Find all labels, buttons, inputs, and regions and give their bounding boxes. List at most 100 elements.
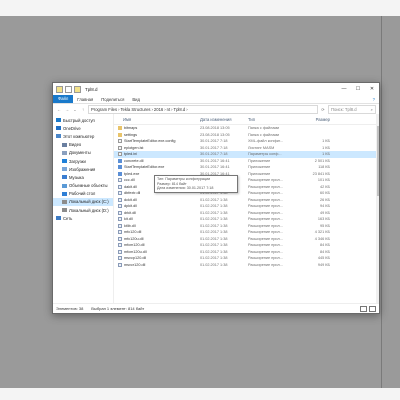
refresh-button[interactable]: ⟳ <box>320 107 326 112</box>
breadcrumb-tekla-structures[interactable]: Tekla Structures <box>120 107 150 112</box>
file-name-cell: bitmaps <box>114 126 200 131</box>
tab-file[interactable]: Файл <box>53 95 74 103</box>
close-button[interactable]: ✕ <box>365 86 379 92</box>
sidebar-item-label: Документы <box>69 150 91 156</box>
file-name-cell: mfcm120.dll <box>114 243 200 248</box>
file-size: 84 КБ <box>320 243 330 248</box>
file-size: 445 КБ <box>317 256 330 261</box>
sidebar-item[interactable]: Локальный диск (D:) <box>53 206 113 214</box>
desktop-icon <box>62 191 67 196</box>
breadcrumb-separator[interactable]: › <box>186 107 187 112</box>
file-size: 94 КБ <box>320 204 330 209</box>
file-name: mfc120u.dll <box>124 236 144 241</box>
file-name: kit.dll <box>124 217 133 222</box>
drive-icon <box>62 199 67 204</box>
window-title: Tpl8.d <box>85 86 98 92</box>
sidebar-item-label: Изображения <box>69 166 96 172</box>
file-type: Папка с файлами <box>248 126 280 131</box>
sidebar-item[interactable]: Рабочий стол <box>53 190 113 198</box>
column-date[interactable]: Дата изменения <box>200 117 248 122</box>
breadcrumb-separator[interactable]: › <box>171 107 172 112</box>
computer-icon <box>56 134 61 139</box>
properties-icon[interactable] <box>65 85 72 93</box>
application-icon <box>118 158 122 163</box>
file-tooltip: Тип: Параметры конфигурации Размер: 814 … <box>154 175 238 193</box>
file-date: 23.08.2018 13:05 <box>200 126 230 131</box>
search-input[interactable]: Поиск: Tpl8.d ⌕ <box>328 104 376 114</box>
top-strip <box>0 0 400 16</box>
file-name-cell: drkit.dll <box>114 210 200 215</box>
sidebar-item[interactable]: Музыка <box>53 173 113 181</box>
maximize-button[interactable]: ☐ <box>351 86 365 92</box>
search-placeholder: Поиск: Tpl8.d <box>331 106 357 112</box>
breadcrumb-2016[interactable]: 2016 <box>154 107 163 112</box>
tab-share[interactable]: Поделиться <box>97 97 128 102</box>
video-icon <box>62 142 67 147</box>
breadcrumb-tpl8d[interactable]: Tpl8.d <box>174 107 186 112</box>
breadcrumb-separator[interactable]: › <box>118 107 119 112</box>
sidebar-item[interactable]: OneDrive <box>53 124 113 132</box>
column-name[interactable]: Имя <box>114 117 200 122</box>
breadcrumb-separator[interactable]: › <box>152 107 153 112</box>
sidebar-item[interactable]: Документы <box>53 149 113 157</box>
file-name: mfcm120.dll <box>124 243 145 248</box>
dll-icon <box>118 223 122 228</box>
tab-home[interactable]: Главная <box>73 97 97 102</box>
sidebar-item-label: Рабочий стол <box>69 191 96 197</box>
details-view-icon[interactable] <box>360 305 367 312</box>
column-type[interactable]: Тип <box>248 117 298 122</box>
file-size: 118 КБ <box>318 165 330 170</box>
tab-view[interactable]: Вид <box>128 97 144 102</box>
file-list-pane: Имя Дата изменения Тип Размер bitmaps 23.… <box>114 114 379 303</box>
sidebar-item[interactable]: Загрузки <box>53 157 113 165</box>
file-row[interactable]: msvcr120.dll 01.02.2017 1:38 Расширение пр… <box>114 262 379 269</box>
vertical-scrollbar[interactable] <box>376 114 379 303</box>
column-size[interactable]: Размер <box>298 117 334 122</box>
file-date: 30.01.2017 7:18 <box>200 145 228 150</box>
large-icons-view-icon[interactable] <box>369 305 376 312</box>
dll-icon <box>118 249 122 254</box>
new-folder-icon[interactable] <box>74 85 81 93</box>
file-type: Расширение прил... <box>248 191 283 196</box>
up-button[interactable]: ↑ <box>80 107 86 112</box>
file-name-cell: dpkit.dll <box>114 204 200 209</box>
file-size: 163 КБ <box>317 217 330 222</box>
file-size: 1 КБ <box>322 152 330 157</box>
sidebar-item-label: Загрузки <box>69 158 86 164</box>
file-name-cell: msvcr120.dll <box>114 262 200 267</box>
folder-icon <box>118 132 122 137</box>
help-icon[interactable]: ? <box>373 97 379 102</box>
address-bar[interactable]: Program Files › Tekla Structures › 2016 … <box>88 104 318 114</box>
dll-icon <box>118 217 122 222</box>
breadcrumb-nt[interactable]: nt <box>167 107 171 112</box>
file-name: settings <box>124 132 138 137</box>
minimize-button[interactable]: — <box>337 86 351 92</box>
file-date: 30.01.2017 7:18 <box>200 152 228 157</box>
file-size: 4 321 КБ <box>314 230 330 235</box>
back-button[interactable]: ← <box>56 107 62 112</box>
file-type: Расширение прил... <box>248 197 283 202</box>
breadcrumb-program-files[interactable]: Program Files <box>91 107 117 112</box>
sidebar-item-label: Локальный диск (D:) <box>69 207 109 213</box>
file-date: 01.02.2017 1:38 <box>200 256 228 261</box>
tooltip-date: Дата изменения: 30.01.2017 7:18 <box>157 186 214 191</box>
breadcrumb-separator[interactable]: › <box>164 107 165 112</box>
sidebar-item[interactable]: Локальный диск (C:) <box>53 197 113 207</box>
sidebar-item-label: Объемные объекты <box>69 183 108 189</box>
sidebar-item[interactable]: Видео <box>53 141 113 149</box>
sidebar-item[interactable]: Изображения <box>53 165 113 173</box>
sidebar-item[interactable]: Сеть <box>53 214 113 222</box>
file-name: mfcm120u.dll <box>124 249 147 254</box>
recent-locations-button[interactable]: ⌄ <box>72 107 78 112</box>
sidebar-item[interactable]: Объемные объекты <box>53 182 113 190</box>
file-size: 4 346 КБ <box>314 236 330 241</box>
bottom-strip <box>0 388 400 400</box>
file-type: Приложение <box>248 165 271 170</box>
file-name-cell: dckit.dll <box>114 197 200 202</box>
scroll-thumb[interactable] <box>376 126 379 196</box>
dll-icon <box>118 256 122 261</box>
sidebar-item[interactable]: Быстрый доступ <box>53 116 113 124</box>
sidebar-item[interactable]: Этот компьютер <box>53 132 113 140</box>
application-icon <box>118 171 122 176</box>
forward-button[interactable]: → <box>64 107 70 112</box>
